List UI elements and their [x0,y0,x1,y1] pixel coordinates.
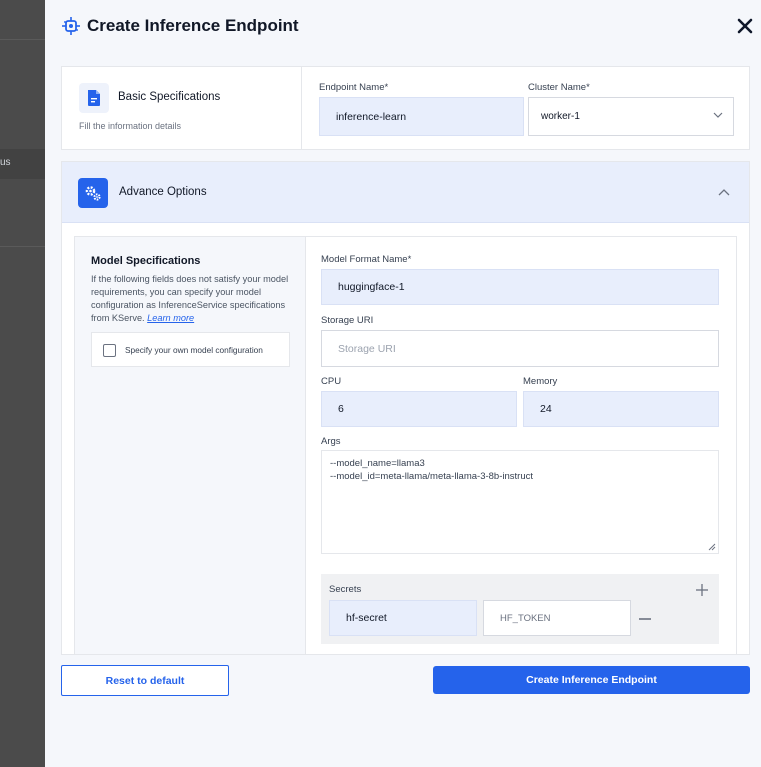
chevron-down-icon [713,112,723,118]
remove-secret-icon[interactable] [638,617,652,621]
gears-icon [85,186,101,201]
page-title: Create Inference Endpoint [87,16,299,35]
cluster-name-select[interactable]: worker-1 [528,97,734,136]
create-endpoint-drawer: Create Inference Endpoint Basic Specific… [45,0,761,767]
gears-icon-badge [78,178,108,208]
secrets-label: Secrets [329,584,362,595]
args-line: --model_id=meta-llama/meta-llama-3-8b-in… [330,470,533,482]
checkbox-label: Specify your own model configuration [125,345,263,355]
cpu-input[interactable]: 6 [321,391,517,427]
drawer-header: Create Inference Endpoint [45,0,761,54]
model-specifications-description: If the following fields does not satisfy… [91,273,291,325]
cluster-name-label: Cluster Name* [528,82,590,93]
model-specifications-panel: Model Specifications If the following fi… [75,237,306,654]
chevron-up-icon [718,189,730,196]
document-icon [88,90,100,106]
args-line: --model_name=llama3 [330,458,425,469]
background-app: us [0,0,45,767]
section-subtitle: Fill the information details [79,121,182,131]
inference-chip-icon [62,17,80,35]
advance-options-body: Model Specifications If the following fi… [74,236,737,654]
model-format-label: Model Format Name* [321,254,412,265]
own-model-config-checkbox[interactable] [103,344,116,357]
background-row-text: us [0,157,11,168]
create-endpoint-button[interactable]: Create Inference Endpoint [433,666,750,694]
memory-input[interactable]: 24 [523,391,719,427]
endpoint-name-input[interactable]: inference-learn [319,97,524,136]
model-specifications-title: Model Specifications [91,255,201,267]
endpoint-name-label: Endpoint Name* [319,82,389,93]
background-divider [0,246,45,247]
secret-name-input[interactable]: hf-secret [329,600,477,636]
add-secret-icon[interactable] [695,583,709,597]
section-title: Basic Specifications [118,91,221,103]
resize-handle-icon[interactable] [708,543,716,551]
args-label: Args [321,436,341,447]
learn-more-link[interactable]: Learn more [147,313,194,323]
advance-options-toggle[interactable]: Advance Options [62,162,749,223]
cpu-label: CPU [321,376,342,387]
storage-uri-input[interactable]: Storage URI [321,330,719,367]
basic-specifications-info: Basic Specifications Fill the informatio… [62,67,302,149]
reset-to-default-button[interactable]: Reset to default [61,665,229,696]
storage-uri-label: Storage URI [321,315,374,326]
cluster-name-value: worker-1 [541,111,580,122]
basic-specifications-card: Basic Specifications Fill the informatio… [61,66,750,150]
background-row: us [0,149,45,179]
close-icon[interactable] [735,16,755,36]
secret-key-input[interactable]: HF_TOKEN [483,600,631,636]
background-divider [0,39,45,40]
document-icon-badge [79,83,109,113]
advance-options-card: Advance Options Model Specifications If … [61,161,750,655]
secrets-section: Secrets hf-secret HF_TOKEN [321,574,719,644]
section-title: Advance Options [119,186,207,198]
model-format-input[interactable]: huggingface-1 [321,269,719,305]
memory-label: Memory [523,376,558,387]
own-model-config-option[interactable]: Specify your own model configuration [91,332,290,367]
args-textarea[interactable]: --model_name=llama3 --model_id=meta-llam… [321,450,719,554]
